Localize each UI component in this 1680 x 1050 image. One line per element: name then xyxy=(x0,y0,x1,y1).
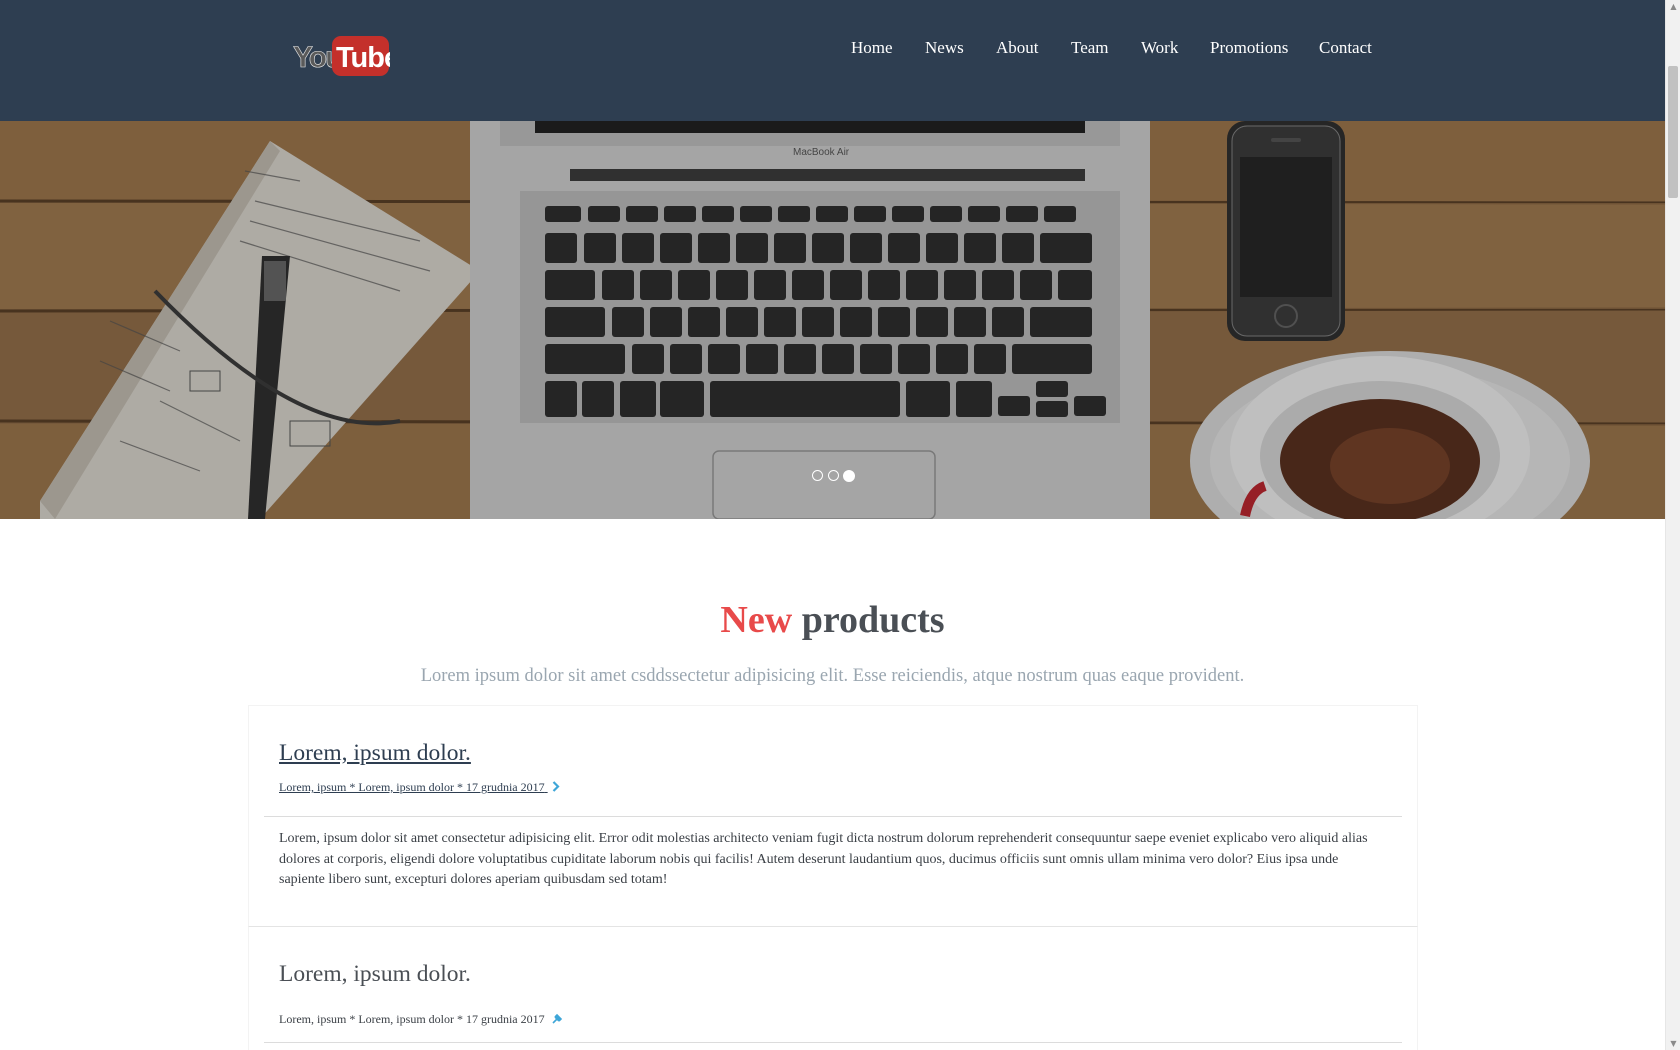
post-divider xyxy=(264,1042,1402,1043)
scroll-thumb[interactable] xyxy=(1668,66,1678,198)
nav-contact[interactable]: Contact xyxy=(1319,38,1372,58)
nav-home[interactable]: Home xyxy=(851,38,893,58)
post-meta: Lorem, ipsum * Lorem, ipsum dolor * 17 g… xyxy=(279,1012,563,1028)
post-title-link[interactable]: Lorem, ipsum dolor. xyxy=(279,740,471,767)
section-title-accent: New xyxy=(720,599,793,641)
post-card: Lorem, ipsum dolor. Lorem, ipsum * Lorem… xyxy=(248,927,1418,1050)
nav-work[interactable]: Work xyxy=(1141,38,1178,58)
nav-team[interactable]: Team xyxy=(1071,38,1109,58)
slider-dot-3[interactable] xyxy=(843,469,855,482)
slider-dot-1[interactable] xyxy=(812,470,823,481)
slider-dot-2[interactable] xyxy=(828,470,839,481)
nav-news[interactable]: News xyxy=(925,38,964,58)
nav-about[interactable]: About xyxy=(996,38,1039,58)
site-header: You Tube Home News About Team Work Promo… xyxy=(0,0,1665,121)
section-subtitle: Lorem ipsum dolor sit amet csddssectetur… xyxy=(420,666,1245,686)
post-meta-text: Lorem, ipsum * Lorem, ipsum dolor * 17 g… xyxy=(279,1012,545,1026)
post-meta-link[interactable]: Lorem, ipsum * Lorem, ipsum dolor * 17 g… xyxy=(279,780,560,796)
scroll-down-arrow-icon[interactable]: ▼ xyxy=(1669,1039,1678,1048)
post-body: Lorem, ipsum dolor sit amet consectetur … xyxy=(279,831,1368,887)
post-card: Lorem, ipsum dolor. Lorem, ipsum * Lorem… xyxy=(248,705,1418,927)
hero-slider: MacBook Air xyxy=(0,121,1665,519)
post-divider xyxy=(264,816,1402,817)
nav-promotions[interactable]: Promotions xyxy=(1210,38,1288,58)
post-meta-text: Lorem, ipsum * Lorem, ipsum dolor * 17 g… xyxy=(279,780,545,794)
page-scrollbar[interactable]: ▲ ▼ xyxy=(1665,0,1680,1050)
scroll-up-arrow-icon[interactable]: ▲ xyxy=(1669,2,1678,11)
section-title-rest: products xyxy=(801,599,945,641)
main-nav: Home News About Team Work Promotions Con… xyxy=(0,38,1665,60)
pin-icon xyxy=(552,1013,563,1028)
chevron-right-icon xyxy=(552,780,560,796)
post-title: Lorem, ipsum dolor. xyxy=(279,961,471,987)
section-title: New products xyxy=(0,598,1665,642)
hero-image: MacBook Air xyxy=(0,121,1665,519)
